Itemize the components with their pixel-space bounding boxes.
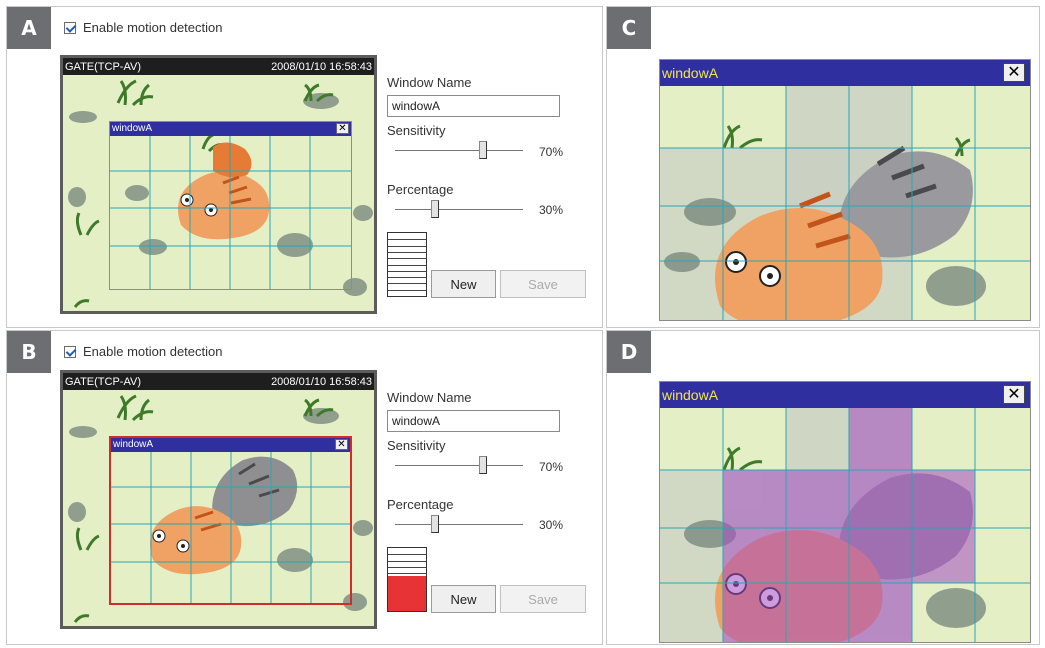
panel-badge: D bbox=[607, 331, 651, 373]
camera-view: GATE(TCP-AV) 2008/01/10 16:58:43 windowA… bbox=[60, 55, 377, 314]
camera-source: GATE(TCP-AV) bbox=[65, 375, 141, 388]
panel-badge: B bbox=[7, 331, 51, 373]
motion-grid bbox=[111, 452, 350, 603]
meter-line bbox=[388, 290, 426, 291]
meter-line bbox=[388, 265, 426, 266]
window-settings: Window Name Sensitivity 70% Percentage 3… bbox=[387, 331, 597, 644]
meter-line bbox=[388, 567, 426, 568]
percentage-label: Percentage bbox=[387, 497, 454, 512]
camera-timestamp: 2008/01/10 16:58:43 bbox=[271, 60, 372, 73]
sensitivity-value: 70% bbox=[539, 145, 564, 159]
slider-thumb[interactable] bbox=[431, 515, 439, 533]
slider-track bbox=[395, 524, 523, 525]
motion-window[interactable]: windowA ✕ bbox=[109, 121, 352, 290]
new-button[interactable]: New bbox=[431, 585, 496, 613]
panel-badge: C bbox=[607, 7, 651, 49]
percentage-slider[interactable] bbox=[395, 513, 523, 537]
slider-thumb[interactable] bbox=[479, 141, 487, 159]
zoomed-motion-window: windowA ✕ bbox=[659, 381, 1031, 643]
enable-motion-detection[interactable]: Enable motion detection bbox=[64, 344, 222, 359]
motion-level-fill bbox=[388, 576, 426, 611]
panel-badge: A bbox=[7, 7, 51, 49]
enable-motion-detection[interactable]: Enable motion detection bbox=[64, 20, 222, 35]
enable-motion-label: Enable motion detection bbox=[83, 344, 223, 359]
motion-window-title[interactable]: windowA bbox=[111, 438, 350, 452]
zoomed-window-title: windowA bbox=[660, 382, 1030, 408]
zoomed-window-title: windowA bbox=[660, 60, 1030, 86]
motion-level-meter bbox=[387, 547, 427, 612]
camera-header: GATE(TCP-AV) 2008/01/10 16:58:43 bbox=[63, 58, 374, 75]
checkbox-checked-icon[interactable] bbox=[64, 345, 76, 358]
slider-track bbox=[395, 465, 523, 466]
save-button[interactable]: Save bbox=[500, 585, 586, 613]
window-name-label: Window Name bbox=[387, 390, 472, 405]
window-settings: Window Name Sensitivity 70% Percentage 3… bbox=[387, 7, 597, 327]
meter-line bbox=[388, 258, 426, 259]
panel-c: C windowA ✕ bbox=[606, 6, 1040, 328]
meter-line bbox=[388, 561, 426, 562]
meter-line bbox=[388, 277, 426, 278]
close-icon[interactable]: ✕ bbox=[336, 123, 349, 134]
sensitivity-slider[interactable] bbox=[395, 139, 523, 163]
new-button[interactable]: New bbox=[431, 270, 496, 298]
zoomed-scene-image bbox=[660, 408, 1030, 642]
meter-line bbox=[388, 246, 426, 247]
camera-source: GATE(TCP-AV) bbox=[65, 60, 141, 73]
meter-line bbox=[388, 554, 426, 555]
sensitivity-label: Sensitivity bbox=[387, 438, 446, 453]
sensitivity-label: Sensitivity bbox=[387, 123, 446, 138]
meter-line bbox=[388, 271, 426, 272]
close-icon[interactable]: ✕ bbox=[1003, 63, 1025, 82]
camera-header: GATE(TCP-AV) 2008/01/10 16:58:43 bbox=[63, 373, 374, 390]
save-button[interactable]: Save bbox=[500, 270, 586, 298]
percentage-value: 30% bbox=[539, 518, 564, 532]
panel-d: D windowA ✕ bbox=[606, 330, 1040, 645]
checkbox-checked-icon[interactable] bbox=[64, 21, 76, 34]
slider-track bbox=[395, 209, 523, 210]
motion-grid bbox=[110, 136, 351, 289]
motion-window-triggered[interactable]: windowA ✕ bbox=[109, 436, 352, 605]
zoomed-motion-window: windowA ✕ bbox=[659, 59, 1031, 321]
panel-b: B Enable motion detection GATE(TCP-AV) 2… bbox=[6, 330, 603, 645]
motion-level-meter bbox=[387, 232, 427, 297]
slider-thumb[interactable] bbox=[431, 200, 439, 218]
window-name-input[interactable] bbox=[387, 95, 560, 117]
panel-a: A Enable motion detection GATE(TCP-AV) 2… bbox=[6, 6, 603, 328]
enable-motion-label: Enable motion detection bbox=[83, 20, 223, 35]
sensitivity-slider[interactable] bbox=[395, 454, 523, 478]
meter-line bbox=[388, 573, 426, 574]
percentage-slider[interactable] bbox=[395, 198, 523, 222]
camera-timestamp: 2008/01/10 16:58:43 bbox=[271, 375, 372, 388]
percentage-label: Percentage bbox=[387, 182, 454, 197]
meter-line bbox=[388, 239, 426, 240]
close-icon[interactable]: ✕ bbox=[335, 439, 348, 450]
sensitivity-value: 70% bbox=[539, 460, 564, 474]
camera-view: GATE(TCP-AV) 2008/01/10 16:58:43 windowA… bbox=[60, 370, 377, 629]
window-name-input[interactable] bbox=[387, 410, 560, 432]
zoomed-scene-image bbox=[660, 86, 1030, 320]
meter-line bbox=[388, 252, 426, 253]
motion-window-title[interactable]: windowA bbox=[110, 122, 351, 136]
slider-thumb[interactable] bbox=[479, 456, 487, 474]
percentage-value: 30% bbox=[539, 203, 564, 217]
meter-line bbox=[388, 283, 426, 284]
window-name-label: Window Name bbox=[387, 75, 472, 90]
close-icon[interactable]: ✕ bbox=[1003, 385, 1025, 404]
slider-track bbox=[395, 150, 523, 151]
